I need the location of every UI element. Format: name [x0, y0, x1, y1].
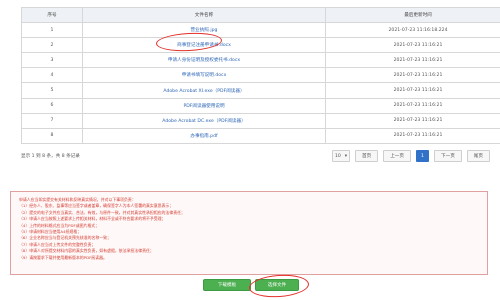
- table-row: 2 商事登记注册申请书.docx 2021-07-23 11:16:21: [21, 37, 500, 54]
- choose-file-button[interactable]: 选择文件: [255, 279, 299, 291]
- table-row: 6 PDF阅读器使用说明 2021-07-23 11:16:21: [21, 97, 500, 114]
- file-link[interactable]: 商事登记注册申请书.docx: [177, 43, 231, 48]
- table-header-row: 序号 文件名称 最后更新时间: [21, 6, 500, 24]
- header-index: 序号: [21, 6, 83, 24]
- page-size-select[interactable]: 10 ▾: [332, 150, 350, 162]
- last-page-button[interactable]: 尾页: [466, 150, 490, 162]
- pagination: 10 ▾ 首页 上一页 1 下一页 尾页: [332, 150, 490, 162]
- table-row: 8 办事指南.pdf 2021-07-23 11:16:21: [21, 127, 500, 144]
- table-row: 1 营业执照.jpg 2021-07-23 11:16:18.224: [21, 22, 500, 39]
- table-row: 5 Adobe Acrobat XI.exe（PDF阅读器） 2021-07-2…: [21, 82, 500, 99]
- page: 序号 文件名称 最后更新时间 1 营业执照.jpg 2021-07-23 11:…: [0, 0, 500, 300]
- file-link[interactable]: 申请书填写说明.docx: [182, 73, 227, 78]
- row-time: 2021-07-23 11:16:21: [325, 127, 500, 144]
- header-file-name: 文件名称: [82, 6, 326, 24]
- notice-panel: 申请人应当如实提交有关材料和反映真实情况，并对以下事项负责： （1）经办人、股东…: [10, 191, 488, 275]
- file-link[interactable]: PDF阅读器使用说明: [183, 104, 224, 109]
- row-time: 2021-07-23 11:16:21: [325, 82, 500, 99]
- row-index: 3: [21, 52, 83, 69]
- row-index: 4: [21, 67, 83, 84]
- row-index: 5: [21, 82, 83, 99]
- current-page-button[interactable]: 1: [416, 150, 429, 162]
- file-link[interactable]: 办事指南.pdf: [190, 134, 217, 139]
- file-link[interactable]: 营业执照.jpg: [191, 28, 218, 33]
- row-time: 2021-07-23 11:16:21: [325, 112, 500, 129]
- row-index: 7: [21, 112, 83, 129]
- row-time: 2021-07-23 11:16:18.224: [325, 22, 500, 39]
- download-template-button[interactable]: 下载模板: [203, 279, 251, 291]
- table-row: 3 申请人身份证明及授权委托书.docx 2021-07-23 11:16:21: [21, 52, 500, 69]
- table-row: 7 Adobe Acrobat DC.exe（PDF阅读器） 2021-07-2…: [21, 112, 500, 129]
- file-link[interactable]: 申请人身份证明及授权委托书.docx: [168, 58, 240, 63]
- row-time: 2021-07-23 11:16:21: [325, 97, 500, 114]
- table-summary: 显示 1 到 8 条，共 8 条记录: [21, 154, 80, 159]
- prev-page-button[interactable]: 上一页: [383, 150, 411, 162]
- file-link[interactable]: Adobe Acrobat XI.exe（PDF阅读器）: [163, 89, 244, 94]
- row-time: 2021-07-23 11:16:21: [325, 37, 500, 54]
- row-index: 8: [21, 127, 83, 144]
- row-index: 6: [21, 97, 83, 114]
- notice-line: （9）请按要求下载并使用最新版本的PDF阅读器。: [19, 254, 107, 260]
- row-index: 1: [21, 22, 83, 39]
- row-time: 2021-07-23 11:16:21: [325, 67, 500, 84]
- file-link[interactable]: Adobe Acrobat DC.exe（PDF阅读器）: [162, 119, 245, 124]
- row-index: 2: [21, 37, 83, 54]
- row-time: 2021-07-23 11:16:21: [325, 52, 500, 69]
- chevron-down-icon: ▾: [344, 154, 347, 159]
- header-update-time: 最后更新时间: [325, 6, 500, 24]
- first-page-button[interactable]: 首页: [355, 150, 379, 162]
- table-row: 4 申请书填写说明.docx 2021-07-23 11:16:21: [21, 67, 500, 84]
- next-page-button[interactable]: 下一页: [434, 150, 462, 162]
- file-table: 序号 文件名称 最后更新时间 1 营业执照.jpg 2021-07-23 11:…: [21, 6, 500, 144]
- page-size-value: 10: [335, 154, 341, 159]
